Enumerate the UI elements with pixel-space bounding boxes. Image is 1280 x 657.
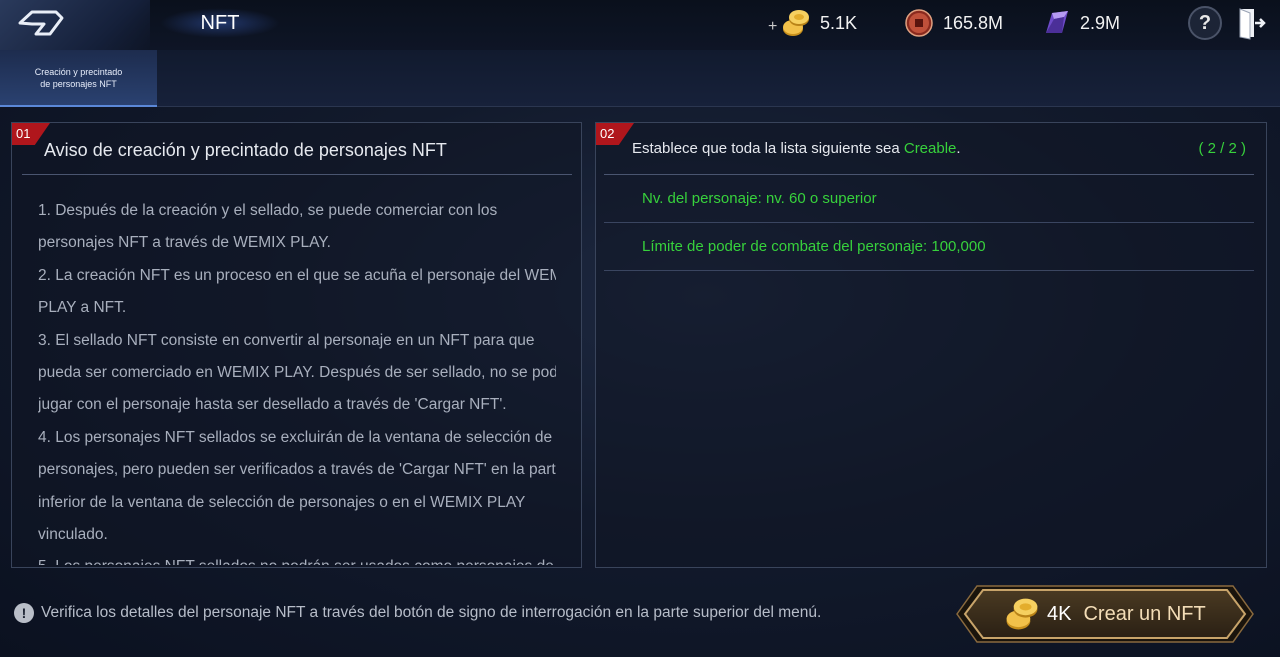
create-nft-button[interactable]: 4K Crear un NFT: [955, 584, 1255, 644]
tab-nft-creation[interactable]: Creación y precintado de personajes NFT: [0, 50, 157, 107]
purple-crystal-icon: [1040, 7, 1072, 39]
requirements-count: ( 2 / 2 ): [1198, 140, 1246, 157]
footer-notice: ! Verifica los detalles del personaje NF…: [14, 602, 821, 624]
back-button[interactable]: [0, 0, 150, 50]
notice-line: 3. El sellado NFT consiste en convertir …: [38, 331, 535, 349]
add-gold-button[interactable]: +: [768, 18, 777, 36]
back-arrow-icon: [18, 10, 64, 36]
tab-bar: Creación y precintado de personajes NFT: [0, 50, 1280, 107]
notice-line: 5. Los personajes NFT sellados no podrán…: [38, 551, 556, 565]
requirements-panel: 02 Establece que toda la lista siguiente…: [595, 122, 1267, 568]
notice-line: PLAY a NFT.: [38, 299, 127, 317]
info-icon: !: [14, 603, 34, 623]
creatable-status: Creable: [903, 140, 957, 157]
notice-line: vinculado.: [38, 526, 108, 544]
requirement-row: Nv. del personaje: nv. 60 o superior: [604, 175, 1254, 223]
create-nft-cost: 4K: [1047, 602, 1072, 625]
requirements-header-text: Establece que toda la lista siguiente se…: [632, 140, 904, 157]
question-mark-icon: ?: [1198, 12, 1212, 34]
notice-line: personajes, pero pueden ser verificados …: [38, 461, 556, 479]
notice-line: inferior de la ventana de selección de p…: [38, 493, 526, 511]
notice-line: 2. La creación NFT es un proceso en el q…: [38, 266, 556, 284]
create-nft-label: Crear un NFT: [1083, 602, 1206, 625]
notice-line: personajes NFT a través de WEMIX PLAY.: [38, 234, 331, 252]
help-button[interactable]: ?: [1188, 6, 1222, 40]
notice-line: pueda ser comerciado en WEMIX PLAY. Desp…: [38, 364, 556, 382]
requirements-header: Establece que toda la lista siguiente se…: [604, 135, 1254, 175]
copper-resource: 165.8M: [903, 6, 1003, 40]
gold-coins-icon: [1006, 598, 1038, 630]
notice-panel: 01 Aviso de creación y precintado de per…: [11, 122, 582, 568]
gold-value: 5.1K: [820, 12, 858, 33]
footer-notice-text: Verifica los detalles del personaje NFT …: [41, 604, 822, 621]
notice-line: 1. Después de la creación y el sellado, …: [38, 202, 498, 219]
page-title: NFT: [160, 8, 280, 38]
copper-coin-icon: [903, 7, 935, 39]
create-nft-content: 4K Crear un NFT: [1003, 594, 1206, 634]
requirements-header-suffix: .: [956, 140, 961, 157]
top-bar: NFT + 5.1K 165.8M 2.9M ?: [0, 0, 1280, 50]
notice-body[interactable]: 1. Después de la creación y el sellado, …: [38, 195, 556, 565]
exit-door-icon: [1239, 8, 1266, 40]
crystal-resource: 2.9M: [1040, 6, 1120, 40]
gold-resource: 5.1K: [780, 6, 857, 40]
notice-line: 4. Los personajes NFT sellados se exclui…: [38, 428, 553, 446]
copper-value: 165.8M: [943, 12, 1004, 33]
crystal-value: 2.9M: [1080, 12, 1121, 33]
notice-title: Aviso de creación y precintado de person…: [22, 135, 572, 175]
gold-coins-icon: [780, 7, 812, 39]
notice-line: jugar con el personaje hasta ser desella…: [38, 396, 507, 414]
requirement-row: Límite de poder de combate del personaje…: [604, 223, 1254, 271]
exit-button[interactable]: [1236, 6, 1266, 40]
